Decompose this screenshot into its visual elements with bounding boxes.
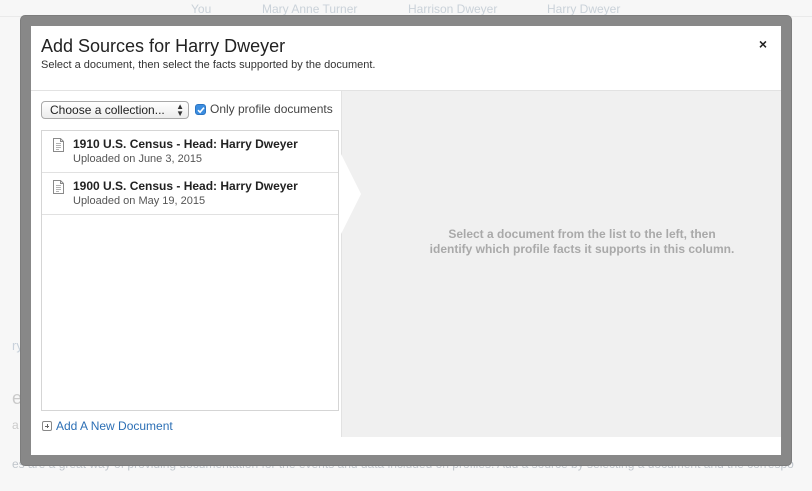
plus-box-icon	[42, 421, 52, 431]
modal-footer	[341, 437, 781, 455]
document-title: 1910 U.S. Census - Head: Harry Dweyer	[73, 137, 298, 151]
document-title: 1900 U.S. Census - Head: Harry Dweyer	[73, 179, 298, 193]
document-upload-date: Uploaded on May 19, 2015	[73, 195, 206, 207]
add-new-document-label: Add A New Document	[56, 419, 173, 433]
close-button[interactable]: ×	[755, 36, 771, 52]
modal-header: Add Sources for Harry Dweyer Select a do…	[31, 26, 781, 91]
checkmark-icon	[197, 107, 205, 114]
only-profile-documents-checkbox[interactable]	[195, 104, 206, 115]
only-profile-documents-label: Only profile documents	[210, 102, 333, 116]
select-arrows-icon: ▲ ▼	[176, 102, 184, 118]
add-sources-modal: Add Sources for Harry Dweyer Select a do…	[31, 26, 781, 455]
document-icon	[53, 180, 64, 194]
document-icon	[53, 138, 64, 152]
facts-panel-instructions: Select a document from the list to the l…	[392, 227, 772, 257]
collection-select[interactable]: Choose a collection... ▲ ▼	[41, 101, 189, 119]
document-list[interactable]: 1910 U.S. Census - Head: Harry Dweyer Up…	[41, 130, 339, 411]
instructions-line: identify which profile facts it supports…	[429, 242, 735, 256]
modal-title: Add Sources for Harry Dweyer	[41, 36, 286, 56]
instructions-line: Select a document from the list to the l…	[448, 227, 716, 241]
document-item[interactable]: 1910 U.S. Census - Head: Harry Dweyer Up…	[42, 131, 338, 173]
modal-subtitle: Select a document, then select the facts…	[41, 59, 376, 71]
panel-pointer-arrow	[341, 154, 361, 234]
document-upload-date: Uploaded on June 3, 2015	[73, 153, 203, 165]
document-selection-panel: Choose a collection... ▲ ▼ Only profile d…	[31, 91, 341, 455]
collection-select-value: Choose a collection...	[50, 103, 165, 117]
facts-panel: Select a document from the list to the l…	[341, 91, 781, 437]
document-item[interactable]: 1900 U.S. Census - Head: Harry Dweyer Up…	[42, 173, 338, 215]
